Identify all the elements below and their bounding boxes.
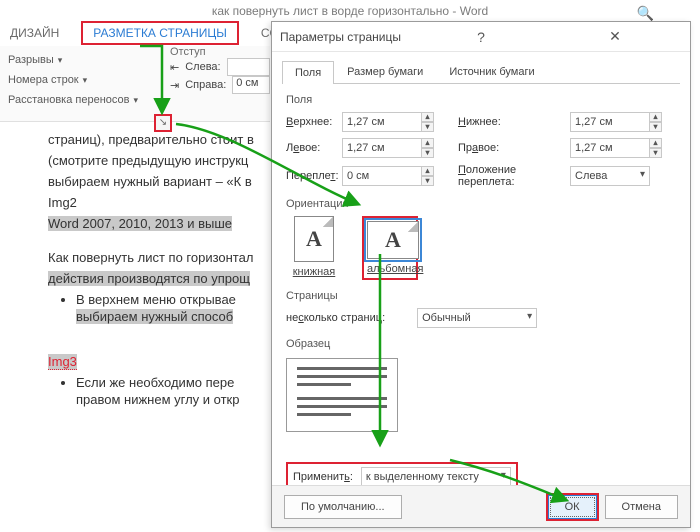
ok-button[interactable]: ОК [548, 495, 597, 519]
margin-bottom-input[interactable]: 1,27 см [570, 112, 650, 132]
document-body[interactable]: страниц), предварительно стоит в (смотри… [48, 128, 268, 528]
landscape-label: альбомная [367, 263, 413, 275]
gutter-label: Переплет: [286, 170, 342, 182]
preview-box [286, 358, 398, 432]
gutter-pos-select[interactable]: Слева [570, 166, 650, 186]
apply-to-select[interactable]: к выделенному тексту [361, 467, 511, 487]
doc-bullet: В верхнем меню открывае выбираем нужный … [76, 292, 268, 326]
cancel-button[interactable]: Отмена [605, 495, 678, 519]
doc-line: (смотрите предыдущую инструкц [48, 153, 268, 170]
doc-bullet: Если же необходимо пере правом нижнем уг… [76, 375, 268, 409]
pages-title: Страницы [286, 290, 676, 302]
margin-right-label: Правое: [458, 142, 570, 154]
spinner[interactable]: ▴▾ [422, 112, 434, 132]
doc-line: выбираем нужный вариант – «К в [48, 174, 268, 191]
indent-left-input[interactable] [227, 58, 270, 76]
doc-line: страниц), предварительно стоит в [48, 132, 268, 149]
indent-right-input[interactable]: 0 см [232, 76, 270, 94]
indent-right-label: ⇥ [170, 79, 179, 92]
page-setup-dialog: Параметры страницы ? ✕ Поля Размер бумаг… [271, 21, 691, 528]
close-button[interactable]: ✕ [548, 28, 682, 45]
indent-left-text: Слева: [185, 61, 220, 73]
doc-line-hl: действия производятся по упрощ [48, 271, 250, 286]
doc-line: Как повернуть лист по горизонтал [48, 250, 268, 267]
multi-pages-label: несколько страниц: [286, 312, 385, 324]
multi-pages-select[interactable]: Обычный [417, 308, 537, 328]
spinner[interactable]: ▴▾ [422, 166, 434, 186]
spinner[interactable]: ▴▾ [422, 138, 434, 158]
apply-to-label: Применить: [293, 471, 353, 483]
orientation-portrait[interactable]: A книжная [286, 216, 342, 280]
breaks-menu[interactable]: Разрывы [8, 54, 54, 66]
spinner[interactable]: ▴▾ [650, 112, 662, 132]
hyphenation-menu[interactable]: Расстановка переносов [8, 94, 129, 106]
tab-page-layout[interactable]: РАЗМЕТКА СТРАНИЦЫ [81, 21, 239, 45]
preview-title: Образец [286, 338, 676, 350]
doc-img-placeholder: Img2 [48, 195, 268, 212]
margins-title: Поля [286, 94, 676, 106]
portrait-label: книжная [286, 266, 342, 278]
tab-design[interactable]: ДИЗАЙН [6, 24, 63, 42]
tab-paper-source[interactable]: Источник бумаги [436, 60, 547, 83]
doc-img-placeholder: Img3 [48, 354, 77, 370]
tab-fields[interactable]: Поля [282, 61, 334, 84]
spinner[interactable]: ▴▾ [650, 138, 662, 158]
indent-right-text: Справа: [185, 79, 226, 91]
line-numbers-menu[interactable]: Номера строк [8, 74, 79, 86]
window-title: как повернуть лист в ворде горизонтально… [0, 0, 700, 22]
defaults-button[interactable]: По умолчанию... [284, 495, 402, 519]
help-button[interactable]: ? [414, 29, 548, 45]
indent-left-label: ⇤ [170, 61, 179, 74]
dialog-tabs: Поля Размер бумаги Источник бумаги [282, 60, 680, 84]
doc-heading-hl: Word 2007, 2010, 2013 и выше [48, 216, 232, 231]
orientation-landscape[interactable]: A альбомная [362, 216, 418, 280]
dialog-title: Параметры страницы [280, 30, 414, 44]
margin-top-label: Верхнее: [286, 116, 342, 128]
gutter-pos-label: Положение переплета: [458, 164, 570, 188]
margin-left-label: Левое: [286, 142, 342, 154]
gutter-input[interactable]: 0 см [342, 166, 422, 186]
indent-title: Отступ [170, 46, 270, 58]
margin-bottom-label: Нижнее: [458, 116, 570, 128]
tab-paper-size[interactable]: Размер бумаги [334, 60, 436, 83]
margin-right-input[interactable]: 1,27 см [570, 138, 650, 158]
ribbon-tabs: ДИЗАЙН РАЗМЕТКА СТРАНИЦЫ ССЫЛК [6, 22, 308, 44]
orientation-title: Ориентация [286, 198, 676, 210]
margin-left-input[interactable]: 1,27 см [342, 138, 422, 158]
margin-top-input[interactable]: 1,27 см [342, 112, 422, 132]
